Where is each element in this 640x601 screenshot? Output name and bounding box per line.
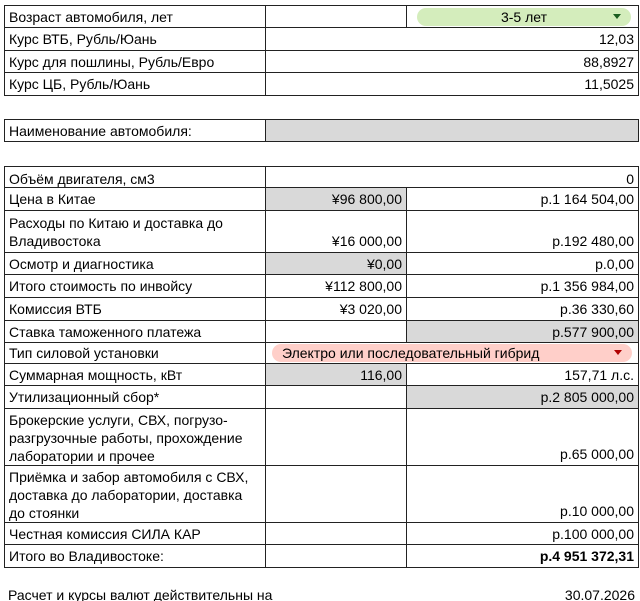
commission-row: Честная комиссия СИЛА КАР р.100 000,00 — [4, 523, 639, 545]
customs-rate-spacer — [266, 321, 407, 342]
age-dropdown-value: 3-5 лет — [500, 8, 548, 25]
broker-rub: р.65 000,00 — [560, 446, 634, 462]
age-spacer — [266, 6, 407, 27]
commission-rub: р.100 000,00 — [552, 525, 634, 542]
footer-date: 30.07.2026 — [564, 587, 635, 601]
power-row: Суммарная мощность, кВт 116,00 157,71 л.… — [4, 364, 639, 386]
inspection-row: Осмотр и диагностика ¥0,00 р.0,00 — [4, 253, 639, 275]
duty-rate-row: Курс для пошлины, Рубль/Евро 88,8927 — [4, 51, 639, 73]
price-china-rub: р.1 164 504,00 — [540, 191, 634, 207]
total-label: Итого во Владивостоке: — [5, 545, 266, 567]
inspection-label: Осмотр и диагностика — [5, 253, 266, 274]
cb-rate-label: Курс ЦБ, Рубль/Юань — [5, 73, 266, 95]
power-type-dropdown[interactable]: Электро или последовательный гибрид — [272, 344, 632, 362]
age-label: Возраст автомобиля, лет — [5, 6, 266, 27]
invoice-total-rub: р.1 356 984,00 — [540, 278, 634, 294]
cb-rate-row: Курс ЦБ, Рубль/Юань 11,5025 — [4, 73, 639, 96]
engine-label: Объём двигателя, см3 — [5, 167, 266, 187]
power-type-cell: Электро или последовательный гибрид — [266, 343, 638, 363]
util-fee-label: Утилизационный сбор* — [5, 386, 266, 408]
customs-rate-label: Ставка таможенного платежа — [5, 321, 266, 342]
age-dropdown[interactable]: 3-5 лет — [417, 7, 631, 26]
price-china-cny[interactable]: ¥96 800,00 — [266, 188, 407, 210]
vtb-rate-label: Курс ВТБ, Рубль/Юань — [5, 28, 266, 50]
china-expenses-rub: р.192 480,00 — [552, 233, 634, 249]
car-name-input[interactable] — [266, 120, 638, 141]
age-cell: 3-5 лет — [407, 6, 638, 27]
vtb-rate-value[interactable]: 12,03 — [266, 28, 638, 50]
total-row: Итого во Владивостоке: р.4 951 372,31 — [4, 545, 639, 568]
pickup-label: Приёмка и забор автомобиля с СВХ, достав… — [5, 466, 266, 522]
engine-row: Объём двигателя, см3 0 — [4, 166, 639, 188]
invoice-total-cny: ¥112 800,00 — [266, 275, 407, 297]
power-hp: 157,71 л.с. — [564, 366, 634, 383]
engine-value[interactable]: 0 — [266, 167, 638, 187]
broker-label: Брокерские услуги, СВХ, погрузо-разгрузо… — [5, 409, 266, 465]
china-expenses-row: Расходы по Китаю и доставка до Владивост… — [4, 211, 639, 253]
power-type-dropdown-value: Электро или последовательный гибрид — [282, 345, 540, 361]
price-china-label: Цена в Китае — [5, 188, 266, 210]
china-expenses-label: Расходы по Китаю и доставка до Владивост… — [5, 211, 266, 252]
power-type-row: Тип силовой установки Электро или послед… — [4, 343, 639, 364]
inspection-cny[interactable]: ¥0,00 — [266, 253, 407, 274]
customs-rate-row: Ставка таможенного платежа р.577 900,00 — [4, 321, 639, 343]
footer-label: Расчет и курсы валют действительны на — [8, 587, 273, 601]
cb-rate-value[interactable]: 11,5025 — [266, 73, 638, 95]
price-china-row: Цена в Китае ¥96 800,00 р.1 164 504,00 — [4, 188, 639, 211]
broker-row: Брокерские услуги, СВХ, погрузо-разгрузо… — [4, 409, 639, 466]
broker-spacer — [266, 409, 407, 465]
inspection-rub: р.0,00 — [595, 255, 634, 272]
util-fee-row: Утилизационный сбор* р.2 805 000,00 — [4, 386, 639, 409]
age-row: Возраст автомобиля, лет 3-5 лет — [4, 5, 639, 28]
pickup-rub: р.10 000,00 — [560, 503, 634, 519]
vtb-rate-row: Курс ВТБ, Рубль/Юань 12,03 — [4, 28, 639, 51]
power-type-label: Тип силовой установки — [5, 343, 266, 363]
total-rub: р.4 951 372,31 — [539, 548, 634, 564]
car-name-row: Наименование автомобиля: — [4, 119, 639, 142]
customs-rate-rub: р.577 900,00 — [407, 321, 638, 342]
car-name-label: Наименование автомобиля: — [5, 120, 266, 141]
power-label: Суммарная мощность, кВт — [5, 364, 266, 385]
chevron-down-icon — [613, 13, 621, 19]
duty-rate-label: Курс для пошлины, Рубль/Евро — [5, 51, 266, 72]
china-expenses-cny[interactable]: ¥16 000,00 — [266, 211, 407, 252]
commission-spacer — [266, 523, 407, 544]
vtb-fee-rub: р.36 330,60 — [560, 301, 634, 317]
total-spacer — [266, 545, 407, 567]
power-kw[interactable]: 116,00 — [266, 364, 407, 385]
pickup-row: Приёмка и забор автомобиля с СВХ, достав… — [4, 466, 639, 523]
util-fee-rub: р.2 805 000,00 — [407, 386, 638, 408]
chevron-down-icon — [614, 350, 622, 355]
pickup-spacer — [266, 466, 407, 522]
invoice-total-row: Итого стоимость по инвойсу ¥112 800,00 р… — [4, 275, 639, 298]
vtb-fee-label: Комиссия ВТБ — [5, 298, 266, 320]
duty-rate-value[interactable]: 88,8927 — [266, 51, 638, 72]
invoice-total-label: Итого стоимость по инвойсу — [5, 275, 266, 297]
vtb-fee-cny: ¥3 020,00 — [266, 298, 407, 320]
vtb-fee-row: Комиссия ВТБ ¥3 020,00 р.36 330,60 — [4, 298, 639, 321]
commission-label: Честная комиссия СИЛА КАР — [5, 523, 266, 544]
footer-row: Расчет и курсы валют действительны на 30… — [4, 585, 639, 601]
util-fee-spacer — [266, 386, 407, 408]
